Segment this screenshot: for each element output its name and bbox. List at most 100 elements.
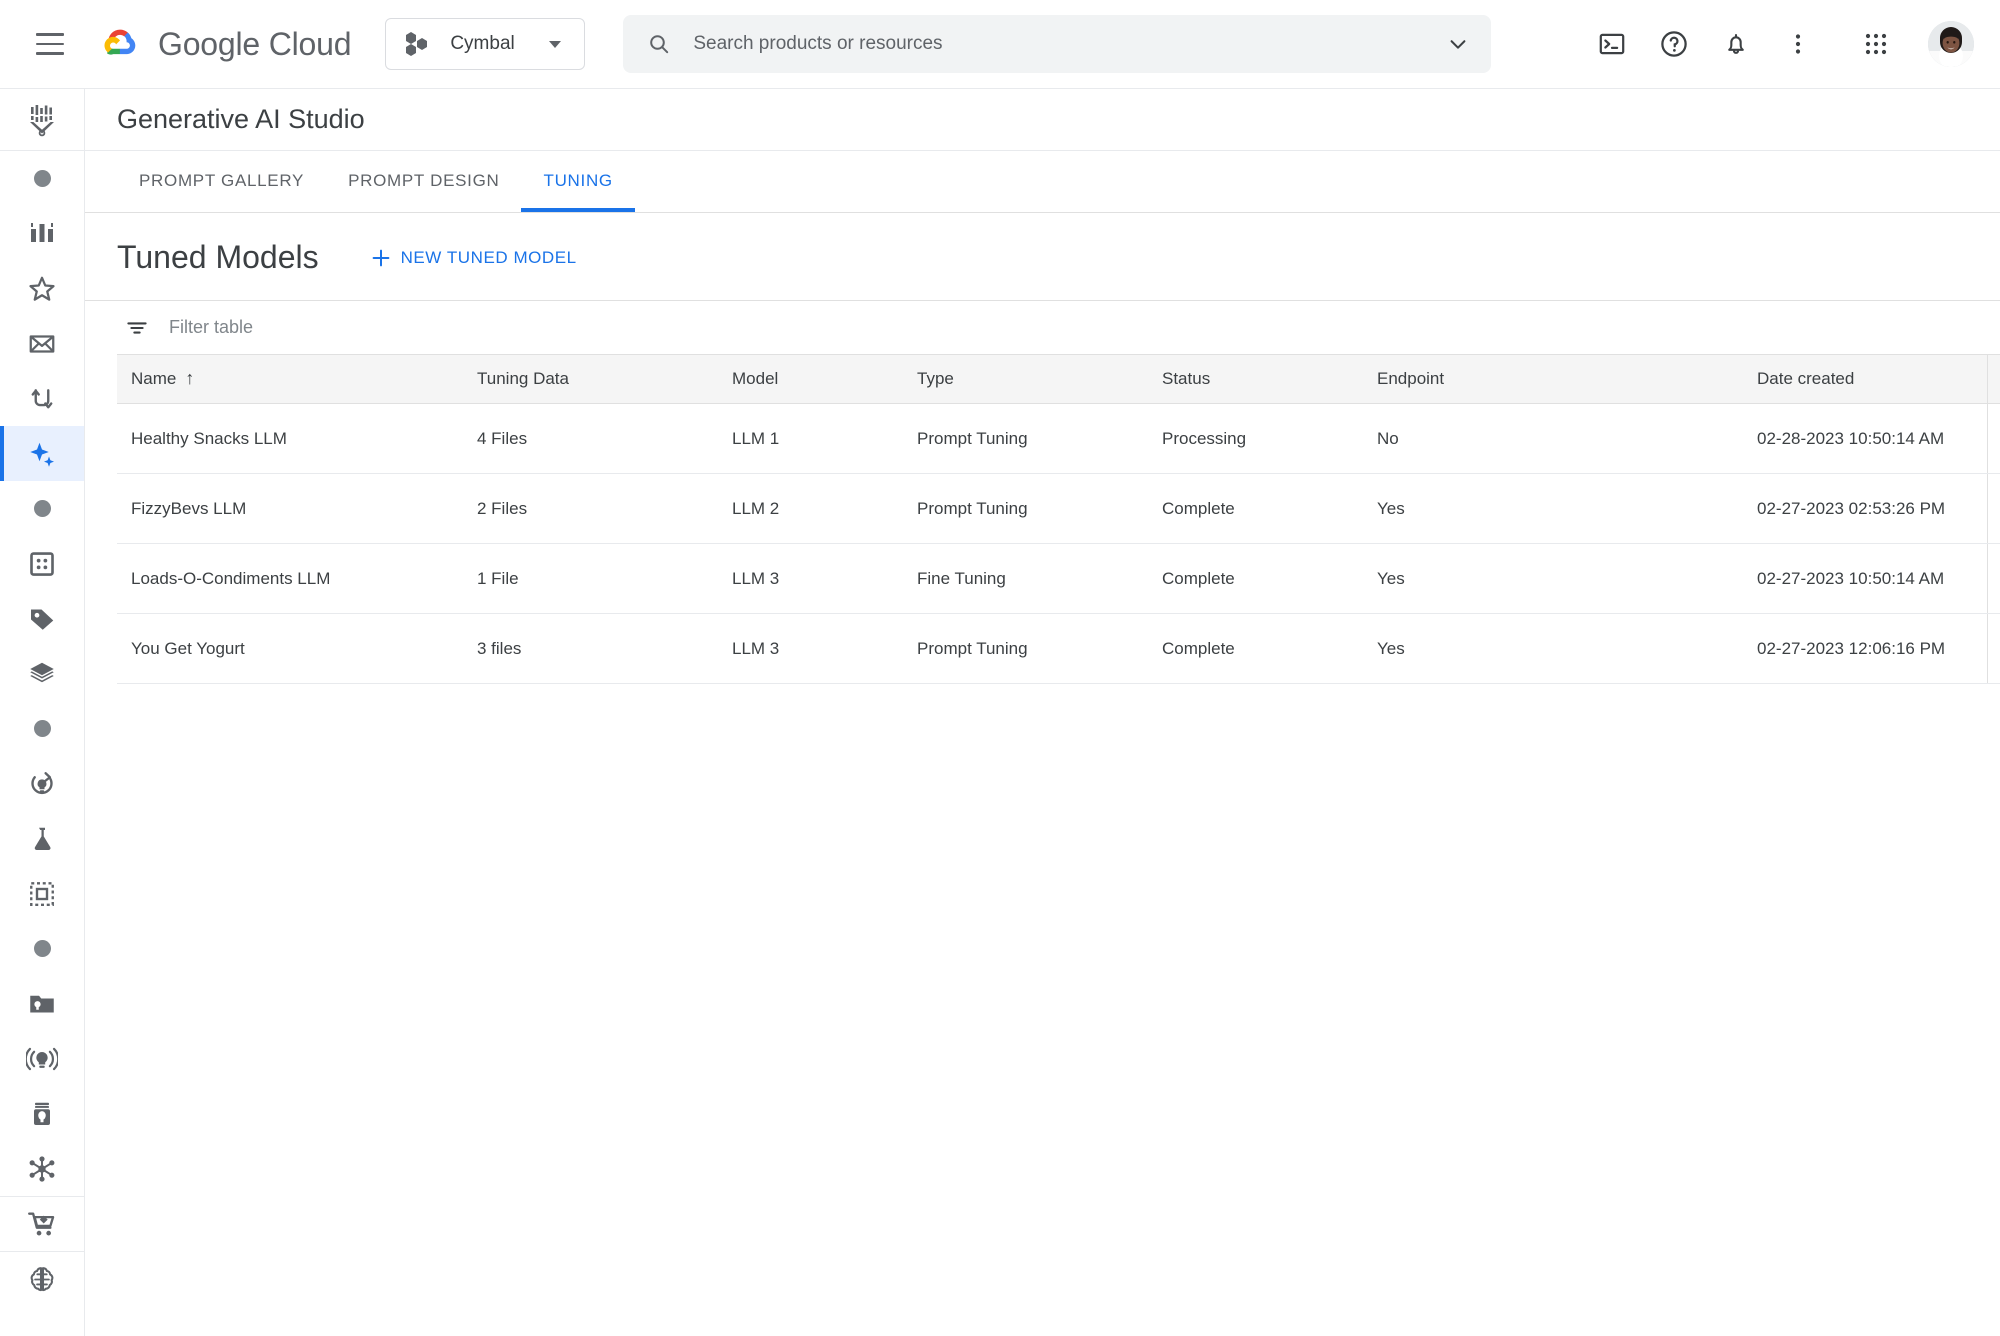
cell-status: Processing <box>1162 403 1377 474</box>
cell-name: FizzyBevs LLM <box>117 473 477 544</box>
column-header-tuning-data[interactable]: Tuning Data <box>477 354 732 404</box>
column-header-model[interactable]: Model <box>732 354 917 404</box>
sidebar-item-generative-ai-studio[interactable] <box>0 426 84 481</box>
column-header-name-label: Name <box>131 369 177 388</box>
training-refresh-icon <box>31 771 53 794</box>
cell-model: LLM 1 <box>732 403 917 474</box>
sidebar-item-endpoints[interactable] <box>0 1031 84 1086</box>
sidebar-item-pipelines[interactable] <box>0 371 84 426</box>
apps-grid-icon[interactable] <box>1850 18 1902 70</box>
matching-engine-nodes-icon <box>29 1155 55 1182</box>
sidebar-item-training[interactable] <box>0 756 84 811</box>
vertex-ai-logo-icon[interactable] <box>0 89 84 151</box>
project-selector[interactable]: Cymbal <box>385 18 586 70</box>
sidebar-item-datasets[interactable] <box>0 536 84 591</box>
google-cloud-logo-link[interactable]: Google Cloud <box>96 24 352 64</box>
search-input[interactable] <box>693 33 1448 55</box>
cell-date-created: 02-27-2023 12:06:16 PM <box>1757 613 1987 684</box>
column-header-endpoint[interactable]: Endpoint <box>1377 354 1757 404</box>
new-tuned-model-button[interactable]: NEW TUNED MODEL <box>367 242 581 274</box>
table-row[interactable]: Loads-O-Condiments LLM 1 File LLM 3 Fine… <box>117 543 2000 614</box>
sidebar-item-batch-predictions[interactable] <box>0 1086 84 1141</box>
cell-actions <box>1986 403 2000 474</box>
hamburger-menu-icon[interactable] <box>28 22 72 66</box>
sidebar-item-section-2[interactable] <box>0 481 84 536</box>
sidebar-item-section-3[interactable] <box>0 701 84 756</box>
global-search-bar[interactable] <box>623 15 1492 73</box>
sidebar-item-dashboard[interactable] <box>0 206 84 261</box>
cell-type: Prompt Tuning <box>917 403 1162 474</box>
project-name-label: Cymbal <box>450 33 515 54</box>
cell-name: Healthy Snacks LLM <box>117 403 477 474</box>
cell-type: Prompt Tuning <box>917 473 1162 544</box>
column-header-date-created[interactable]: Date created <box>1757 354 1987 404</box>
table-row[interactable]: You Get Yogurt 3 files LLM 3 Prompt Tuni… <box>117 613 2000 684</box>
cell-name: You Get Yogurt <box>117 613 477 684</box>
page-title: Generative AI Studio <box>117 104 365 134</box>
cell-type: Fine Tuning <box>917 543 1162 614</box>
batch-predictions-icon <box>34 1102 50 1125</box>
help-circle-icon[interactable] <box>1648 18 1700 70</box>
layers-icon <box>30 662 54 682</box>
sidebar-item-feature-store[interactable] <box>0 646 84 701</box>
cell-actions <box>1986 543 2000 614</box>
cell-date-created: 02-27-2023 10:50:14 AM <box>1757 543 1987 614</box>
section-title: Tuned Models <box>117 239 319 275</box>
tuned-models-table: Name ↑ Tuning Data Model Type Status Endp… <box>117 354 2000 684</box>
tab-prompt-gallery[interactable]: PROMPT GALLERY <box>117 150 326 212</box>
cell-status: Complete <box>1162 613 1377 684</box>
sidebar-item-marketplace[interactable] <box>0 1196 84 1251</box>
brand-google: Google <box>158 25 260 62</box>
tab-prompt-design[interactable]: PROMPT DESIGN <box>326 150 521 212</box>
user-avatar[interactable] <box>1928 21 1974 67</box>
sidebar-item-model-garden[interactable] <box>0 1251 84 1306</box>
dot-icon <box>33 170 51 187</box>
google-cloud-logo <box>104 29 136 55</box>
sidebar-item-featured[interactable] <box>0 261 84 316</box>
cell-date-created: 02-27-2023 02:53:26 PM <box>1757 473 1987 544</box>
new-tuned-model-label: NEW TUNED MODEL <box>400 247 577 267</box>
more-vertical-icon[interactable] <box>1772 18 1824 70</box>
sidebar-item-model-registry[interactable] <box>0 976 84 1031</box>
pipelines-icon <box>31 388 53 408</box>
inbox-icon <box>29 334 55 353</box>
cell-status: Complete <box>1162 473 1377 544</box>
column-header-type[interactable]: Type <box>917 354 1162 404</box>
cell-status: Complete <box>1162 543 1377 614</box>
main-content: Generative AI Studio PROMPT GALLERY PROM… <box>85 89 2000 1336</box>
column-header-status[interactable]: Status <box>1162 354 1377 404</box>
table-row[interactable]: Healthy Snacks LLM 4 Files LLM 1 Prompt … <box>117 403 2000 474</box>
filter-table-input[interactable] <box>169 317 569 338</box>
brand-text: Google Cloud <box>158 25 352 63</box>
bell-notifications-icon[interactable] <box>1710 18 1762 70</box>
sidebar-item-section-1[interactable] <box>0 151 84 206</box>
cloud-shell-terminal-icon[interactable] <box>1586 18 1638 70</box>
table-header-row: Name ↑ Tuning Data Model Type Status Endp… <box>117 354 2000 404</box>
endpoints-broadcast-icon <box>26 1047 58 1070</box>
sort-ascending-icon: ↑ <box>185 368 195 388</box>
sidebar-item-inbox[interactable] <box>0 316 84 371</box>
sidebar-item-metadata[interactable] <box>0 866 84 921</box>
chevron-down-icon[interactable] <box>1447 33 1469 55</box>
dot-icon <box>33 720 51 737</box>
product-sidebar-rail <box>0 89 85 1336</box>
sidebar-item-matching-engine[interactable] <box>0 1141 84 1196</box>
cell-actions <box>1986 473 2000 544</box>
sidebar-item-experiments[interactable] <box>0 811 84 866</box>
table-row[interactable]: FizzyBevs LLM 2 Files LLM 2 Prompt Tunin… <box>117 473 2000 544</box>
cymbal-project-icon <box>406 32 428 56</box>
sidebar-item-labeling[interactable] <box>0 591 84 646</box>
cell-name: Loads-O-Condiments LLM <box>117 543 477 614</box>
cell-model: LLM 2 <box>732 473 917 544</box>
app-body: Generative AI Studio PROMPT GALLERY PROM… <box>0 89 2000 1336</box>
filter-icon[interactable] <box>125 316 149 340</box>
sidebar-item-section-4[interactable] <box>0 921 84 976</box>
column-header-actions <box>1986 354 2000 404</box>
tab-tuning[interactable]: TUNING <box>521 150 636 212</box>
cell-tuning-data: 2 Files <box>477 473 732 544</box>
dot-icon <box>33 940 51 957</box>
column-header-name[interactable]: Name ↑ <box>117 354 477 404</box>
cell-date-created: 02-28-2023 10:50:14 AM <box>1757 403 1987 474</box>
cell-model: LLM 3 <box>732 543 917 614</box>
cell-endpoint: Yes <box>1377 613 1757 684</box>
